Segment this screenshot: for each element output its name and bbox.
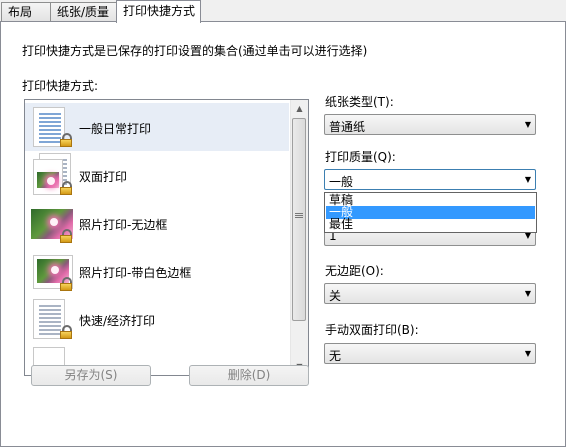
paper-type-value: 普通纸 <box>329 120 366 134</box>
chevron-down-icon: ▼ <box>524 175 531 184</box>
chevron-down-icon: ▼ <box>524 289 531 298</box>
borderless-select[interactable]: 关 ▼ <box>324 283 536 304</box>
print-quality-select[interactable]: 一般 ▼ <box>324 169 536 190</box>
lock-icon <box>59 325 73 339</box>
scroll-up-icon[interactable]: ▲ <box>291 100 308 117</box>
shortcuts-list[interactable]: 一般日常打印 双面打印 照片打印-无边框 照片打印-带白色边框 快速/经济打印 … <box>24 99 309 376</box>
economy-icon <box>33 299 73 339</box>
paper-type-label: 纸张类型(T): <box>325 95 394 109</box>
list-item-economy[interactable]: 快速/经济打印 <box>25 295 289 343</box>
scroll-thumb[interactable] <box>292 118 306 321</box>
tab-panel: 打印快捷方式是已保存的打印设置的集合(通过单击可以进行选择) 打印快捷方式: 一… <box>0 21 566 447</box>
borderless-label: 无边距(O): <box>325 264 384 278</box>
lock-icon <box>59 181 73 195</box>
list-item-everyday[interactable]: 一般日常打印 <box>25 103 289 151</box>
print-quality-value: 一般 <box>329 175 354 189</box>
delete-button[interactable]: 删除(D) <box>189 365 309 386</box>
photo-border-icon <box>33 251 73 291</box>
list-scrollbar[interactable]: ▲ ▼ <box>290 100 308 375</box>
tab-print-shortcuts[interactable]: 打印快捷方式 <box>116 0 201 23</box>
list-item-photo-borderless[interactable]: 照片打印-无边框 <box>25 199 289 247</box>
borderless-value: 关 <box>329 289 342 303</box>
photo-borderless-icon <box>31 203 73 243</box>
save-as-button[interactable]: 另存为(S) <box>31 365 151 386</box>
list-item-label: 照片打印-无边框 <box>79 218 168 232</box>
manual-duplex-label: 手动双面打印(B): <box>325 323 419 337</box>
document-icon <box>33 107 73 147</box>
list-item-duplex[interactable]: 双面打印 <box>25 151 289 199</box>
chevron-down-icon: ▼ <box>524 120 531 129</box>
list-item-label: 快速/经济打印 <box>79 314 156 328</box>
paper-type-select[interactable]: 普通纸 ▼ <box>324 114 536 135</box>
duplex-icon <box>33 153 73 195</box>
shortcuts-list-label: 打印快捷方式: <box>22 79 99 93</box>
print-quality-dropdown[interactable]: 草稿 一般 最佳 <box>324 192 537 233</box>
list-item-label: 一般日常打印 <box>79 122 152 136</box>
lock-icon <box>59 133 73 147</box>
tab-strip: 布局 纸张/质量 打印快捷方式 <box>0 0 566 23</box>
list-item-label: 双面打印 <box>79 170 128 184</box>
list-item-photo-border[interactable]: 照片打印-带白色边框 <box>25 247 289 295</box>
print-quality-label: 打印质量(Q): <box>325 150 396 164</box>
manual-duplex-select[interactable]: 无 ▼ <box>324 343 536 364</box>
tab-layout[interactable]: 布局 <box>1 2 51 21</box>
chevron-down-icon: ▼ <box>524 349 531 358</box>
manual-duplex-value: 无 <box>329 349 342 363</box>
lock-icon <box>59 277 73 291</box>
tab-paper-quality[interactable]: 纸张/质量 <box>50 2 117 21</box>
lock-icon <box>59 229 73 243</box>
description-text: 打印快捷方式是已保存的打印设置的集合(通过单击可以进行选择) <box>22 44 368 58</box>
quality-option-best[interactable]: 最佳 <box>326 218 535 231</box>
list-item-label: 照片打印-带白色边框 <box>79 266 192 280</box>
